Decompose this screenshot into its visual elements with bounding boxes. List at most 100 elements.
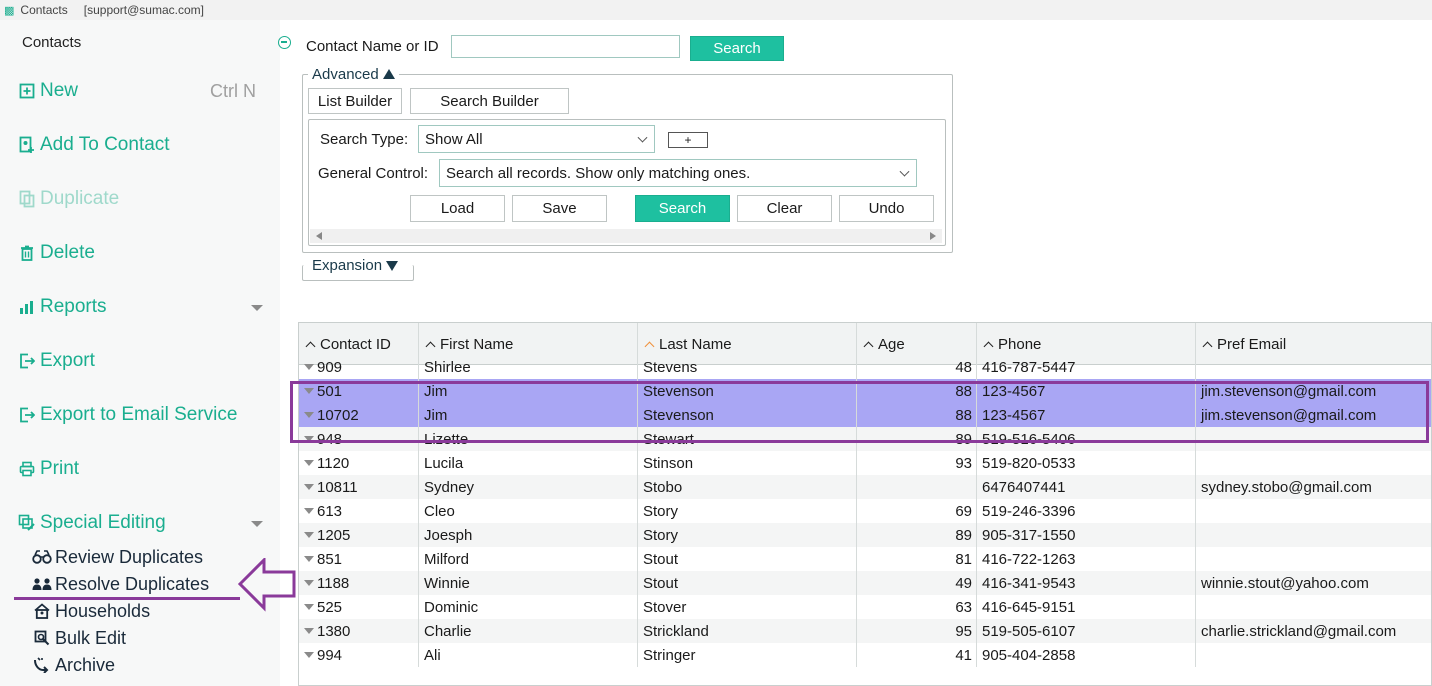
review-duplicates-item[interactable]: Review Duplicates bbox=[32, 546, 203, 568]
cell-id: 1120 bbox=[299, 451, 419, 475]
resolve-duplicates-item[interactable]: Resolve Duplicates bbox=[32, 573, 209, 595]
phone-value: 905-317-1550 bbox=[982, 526, 1076, 544]
people-merge-icon bbox=[32, 575, 52, 593]
delete-button[interactable]: Delete bbox=[18, 240, 95, 266]
scroll-right-icon[interactable] bbox=[930, 232, 936, 240]
advanced-legend: Advanced bbox=[312, 66, 379, 83]
title-bar: ▩ Contacts [support@sumac.com] bbox=[0, 0, 1432, 20]
id-value: 1380 bbox=[317, 622, 351, 640]
last-value: Story bbox=[643, 502, 679, 520]
cell-id: 994 bbox=[299, 643, 419, 667]
reports-expand-icon[interactable] bbox=[251, 305, 263, 311]
export-button[interactable]: Export bbox=[18, 348, 95, 374]
duplicate-button[interactable]: Duplicate bbox=[18, 186, 119, 212]
user-email: [support@sumac.com] bbox=[83, 3, 204, 17]
age-value: 48 bbox=[955, 358, 972, 376]
table-row[interactable]: 10811 Sydney Stobo 6476407441 sydney.stobo@g… bbox=[299, 475, 1431, 499]
cell-phone: 416-341-9543 bbox=[977, 571, 1196, 595]
add-to-contact-button[interactable]: Add To Contact bbox=[18, 132, 170, 158]
plus-box-icon bbox=[18, 82, 36, 100]
expand-triangle-icon bbox=[386, 261, 399, 271]
cell-age: 93 bbox=[857, 451, 977, 475]
row-expand-icon[interactable] bbox=[304, 460, 314, 466]
cell-first: Dominic bbox=[419, 595, 638, 619]
table-row[interactable]: 994 Ali Stringer 41 905-404-2858 bbox=[299, 643, 1431, 667]
reports-button[interactable]: Reports bbox=[18, 294, 107, 320]
table-row[interactable]: 851 Milford Stout 81 416-722-1263 bbox=[299, 547, 1431, 571]
annotation-highlight-box bbox=[290, 381, 1429, 443]
cell-last: Stobo bbox=[638, 475, 857, 499]
archive-item[interactable]: Archive bbox=[32, 654, 115, 676]
tab-search-builder[interactable]: Search Builder bbox=[410, 88, 569, 114]
cell-id: 525 bbox=[299, 595, 419, 619]
house-icon bbox=[32, 602, 52, 620]
table-row[interactable]: 613 Cleo Story 69 519-246-3396 bbox=[299, 499, 1431, 523]
sort-caret-icon bbox=[983, 341, 994, 351]
cell-email bbox=[1196, 499, 1431, 523]
table-row[interactable]: 1205 Joesph Story 89 905-317-1550 bbox=[299, 523, 1431, 547]
collapse-search-icon[interactable] bbox=[278, 36, 291, 49]
export-email-service-button[interactable]: Export to Email Service bbox=[18, 402, 237, 428]
save-button[interactable]: Save bbox=[512, 195, 607, 222]
cell-id: 1380 bbox=[299, 619, 419, 643]
print-button[interactable]: Print bbox=[18, 456, 79, 482]
id-value: 851 bbox=[317, 550, 343, 568]
last-value: Stevens bbox=[643, 358, 698, 376]
first-value: Cleo bbox=[424, 502, 455, 520]
table-row[interactable]: 1188 Winnie Stout 49 416-341-9543 winnie.stou… bbox=[299, 571, 1431, 595]
cell-last: Stringer bbox=[638, 643, 857, 667]
row-expand-icon[interactable] bbox=[304, 604, 314, 610]
cell-phone: 416-645-9151 bbox=[977, 595, 1196, 619]
tab-list-builder[interactable]: List Builder bbox=[308, 88, 402, 114]
new-button[interactable]: New bbox=[18, 78, 78, 104]
table-row[interactable]: 909 Shirlee Stevens 48 416-787-5447 bbox=[299, 355, 1431, 379]
general-control-select[interactable]: Search all records. Show only matching o… bbox=[439, 159, 917, 187]
clear-button[interactable]: Clear bbox=[737, 195, 832, 222]
search-type-select[interactable]: Show All bbox=[418, 125, 655, 153]
table-row[interactable]: 1380 Charlie Strickland 95 519-505-6107 charl… bbox=[299, 619, 1431, 643]
table-row[interactable]: 525 Dominic Stover 63 416-645-9151 bbox=[299, 595, 1431, 619]
archive-icon bbox=[32, 656, 52, 674]
row-expand-icon[interactable] bbox=[304, 364, 314, 370]
households-item[interactable]: Households bbox=[32, 600, 150, 622]
review-duplicates-label: Review Duplicates bbox=[55, 546, 204, 567]
row-expand-icon[interactable] bbox=[304, 652, 314, 658]
cell-last: Story bbox=[638, 523, 857, 547]
sort-caret-icon bbox=[305, 341, 316, 351]
bulk-edit-item[interactable]: Bulk Edit bbox=[32, 627, 126, 649]
row-expand-icon[interactable] bbox=[304, 580, 314, 586]
undo-button[interactable]: Undo bbox=[839, 195, 934, 222]
advanced-toggle[interactable]: Advanced bbox=[308, 66, 399, 83]
reports-label: Reports bbox=[40, 296, 107, 317]
contact-search-input[interactable] bbox=[451, 35, 680, 58]
special-editing-button[interactable]: Special Editing bbox=[18, 510, 166, 536]
age-value: 81 bbox=[955, 550, 972, 568]
special-editing-expand-icon[interactable] bbox=[251, 521, 263, 527]
first-value: Joesph bbox=[424, 526, 473, 544]
row-expand-icon[interactable] bbox=[304, 508, 314, 514]
last-value: Story bbox=[643, 526, 679, 544]
cell-email: sydney.stobo@gmail.com bbox=[1196, 475, 1431, 499]
expansion-toggle[interactable]: Expansion bbox=[308, 257, 403, 274]
cell-id: 1205 bbox=[299, 523, 419, 547]
row-expand-icon[interactable] bbox=[304, 484, 314, 490]
row-expand-icon[interactable] bbox=[304, 556, 314, 562]
add-criteria-button[interactable]: + bbox=[668, 132, 708, 148]
last-value: Stover bbox=[643, 598, 687, 616]
cell-email bbox=[1196, 355, 1431, 379]
cell-first: Winnie bbox=[419, 571, 638, 595]
builder-search-button[interactable]: Search bbox=[635, 195, 730, 222]
scroll-left-icon[interactable] bbox=[316, 232, 322, 240]
last-value: Stringer bbox=[643, 646, 696, 664]
row-expand-icon[interactable] bbox=[304, 628, 314, 634]
contact-search-button[interactable]: Search bbox=[690, 36, 784, 61]
add-contact-icon bbox=[18, 136, 36, 154]
export-icon bbox=[18, 352, 36, 370]
cell-age: 89 bbox=[857, 523, 977, 547]
duplicate-label: Duplicate bbox=[40, 188, 120, 209]
load-button[interactable]: Load bbox=[410, 195, 505, 222]
cell-age: 48 bbox=[857, 355, 977, 379]
row-expand-icon[interactable] bbox=[304, 532, 314, 538]
table-row[interactable]: 1120 Lucila Stinson 93 519-820-0533 bbox=[299, 451, 1431, 475]
horizontal-scrollbar[interactable] bbox=[310, 229, 942, 243]
